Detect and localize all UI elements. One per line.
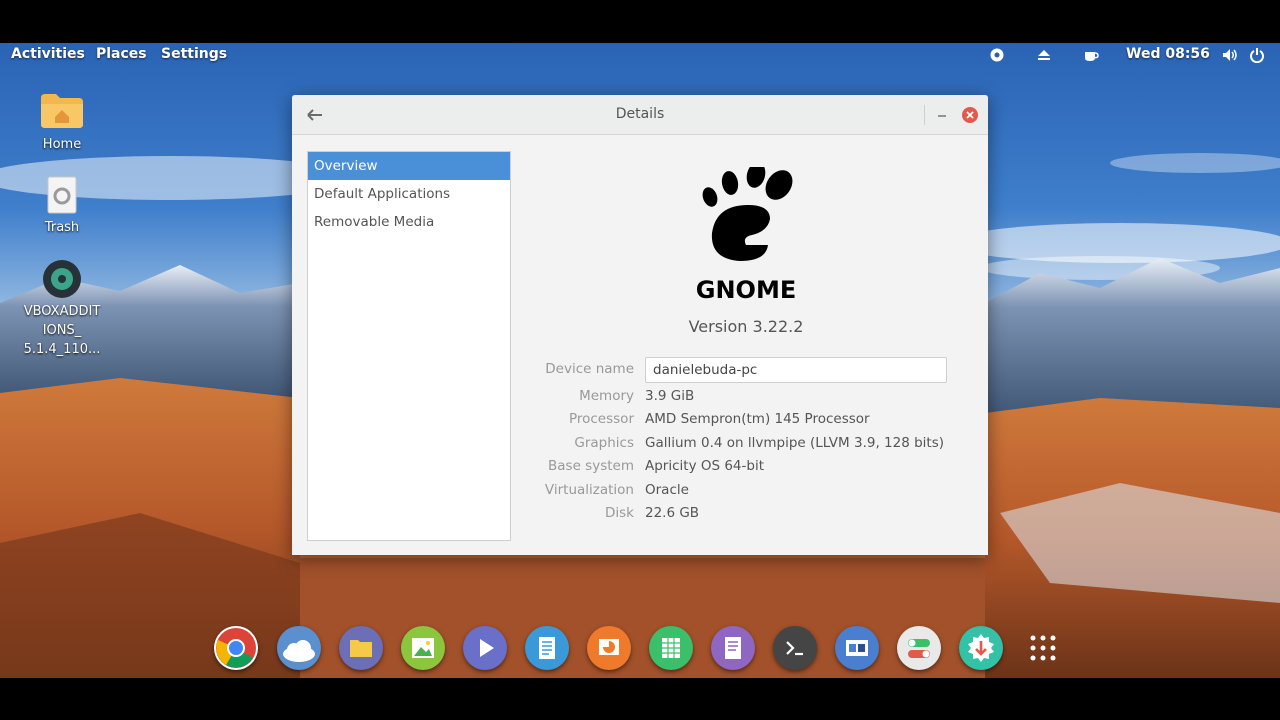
gear-icon[interactable]: [989, 47, 1005, 63]
detail-row-disk: Disk 22.6 GB: [517, 505, 977, 527]
window-title: Details: [615, 106, 665, 122]
detail-value: Apricity OS 64-bit: [645, 458, 765, 474]
desktop-icon-label: Home: [42, 137, 82, 152]
volume-icon[interactable]: [1222, 47, 1238, 63]
details-sidebar: Overview Default Applications Removable …: [307, 151, 511, 541]
detail-key: Memory: [579, 388, 634, 404]
terminal-icon: [786, 641, 803, 656]
detail-row-graphics: Graphics Gallium 0.4 on llvmpipe (LLVM 3…: [517, 435, 977, 457]
detail-value: Oracle: [645, 482, 689, 498]
detail-key: Processor: [568, 411, 634, 427]
settings-menu[interactable]: Settings: [161, 46, 227, 62]
detail-key: Device name: [545, 361, 634, 377]
presentation-icon: [599, 639, 619, 655]
top-bar: Activities Places Settings Wed 08:56: [0, 43, 1280, 68]
dock-image-viewer[interactable]: [401, 626, 445, 670]
files-icon: [350, 640, 372, 657]
dock-video-player[interactable]: [463, 626, 507, 670]
detail-key: Base system: [548, 458, 634, 474]
device-name-field[interactable]: [645, 357, 947, 383]
settings-toggle-icon: [908, 639, 930, 658]
document-icon: [539, 637, 555, 659]
close-button[interactable]: [962, 107, 978, 123]
detail-value: 3.9 GiB: [645, 388, 695, 404]
desktop-icon-label: Trash: [44, 220, 80, 235]
detail-row-processor: Processor AMD Sempron(tm) 145 Processor: [517, 411, 977, 433]
dock-app-grid[interactable]: [1021, 626, 1065, 670]
detail-key: Virtualization: [544, 482, 634, 498]
video-player-icon: [480, 639, 494, 657]
desktop-icon-label-line: VBOXADDIT: [23, 304, 101, 319]
version-label: Version 3.22.2: [688, 317, 804, 336]
trash-icon: [47, 176, 77, 214]
minimize-icon[interactable]: [934, 105, 950, 125]
dock-files[interactable]: [339, 626, 383, 670]
power-icon[interactable]: [1249, 47, 1265, 63]
detail-key: Disk: [605, 505, 634, 521]
gnome-logo: GNOME: [696, 167, 796, 304]
folder-home-icon: [41, 94, 83, 128]
desktop-icon-home[interactable]: Home: [17, 90, 107, 154]
activities-button[interactable]: Activities: [11, 46, 85, 62]
dock-presentation[interactable]: [587, 626, 631, 670]
dock-document[interactable]: [525, 626, 569, 670]
spreadsheet-icon: [662, 638, 680, 658]
sidebar-item-removable-media[interactable]: Removable Media: [308, 208, 510, 236]
text-editor-icon: [725, 637, 741, 659]
desktop-icon-label-line: IONS_: [42, 323, 82, 338]
dock-chrome[interactable]: [214, 626, 258, 670]
software-installer-icon: [968, 634, 994, 662]
disc-icon: [43, 260, 81, 298]
desktop-icon-trash[interactable]: Trash: [17, 175, 107, 237]
places-menu[interactable]: Places: [96, 46, 147, 62]
sidebar-item-default-applications[interactable]: Default Applications: [308, 180, 510, 208]
detail-key: Graphics: [574, 435, 634, 451]
clock[interactable]: Wed 08:56: [1126, 46, 1210, 62]
detail-value: AMD Sempron(tm) 145 Processor: [645, 411, 870, 427]
app-grid-icon: [1030, 635, 1056, 661]
detail-value: 22.6 GB: [645, 505, 700, 521]
sidebar-item-overview[interactable]: Overview: [308, 152, 510, 180]
detail-row-virtualization: Virtualization Oracle: [517, 482, 977, 504]
eject-icon[interactable]: [1036, 47, 1052, 63]
detail-row-memory: Memory 3.9 GiB: [517, 388, 977, 410]
titlebar-separator: [924, 105, 925, 125]
title-bar: Details: [292, 95, 988, 135]
image-viewer-icon: [412, 638, 434, 658]
desktop-icon-vboxadditions[interactable]: VBOXADDIT IONS_ 5.1.4_110...: [17, 259, 107, 359]
coffee-icon[interactable]: [1083, 47, 1099, 63]
close-icon: [966, 111, 974, 119]
gnome-wordmark: GNOME: [696, 276, 796, 304]
detail-value: Gallium 0.4 on llvmpipe (LLVM 3.9, 128 b…: [645, 435, 945, 451]
dock-settings-toggle[interactable]: [897, 626, 941, 670]
chrome-icon: [216, 628, 256, 668]
desktop-icon-label-line: 5.1.4_110...: [23, 342, 101, 357]
dock-terminal[interactable]: [773, 626, 817, 670]
window-switcher-icon: [846, 640, 868, 656]
dock-cloud[interactable]: [277, 626, 321, 670]
cloud-icon: [283, 640, 315, 662]
details-window: Details Overview Default Applications Re…: [292, 95, 988, 555]
dock-software-installer[interactable]: [959, 626, 1003, 670]
dock-spreadsheet[interactable]: [649, 626, 693, 670]
letterbox-top: [0, 0, 1280, 43]
dock-text-editor[interactable]: [711, 626, 755, 670]
dock-window-switcher[interactable]: [835, 626, 879, 670]
letterbox-bottom: [0, 678, 1280, 720]
detail-row-base-system: Base system Apricity OS 64-bit: [517, 458, 977, 480]
